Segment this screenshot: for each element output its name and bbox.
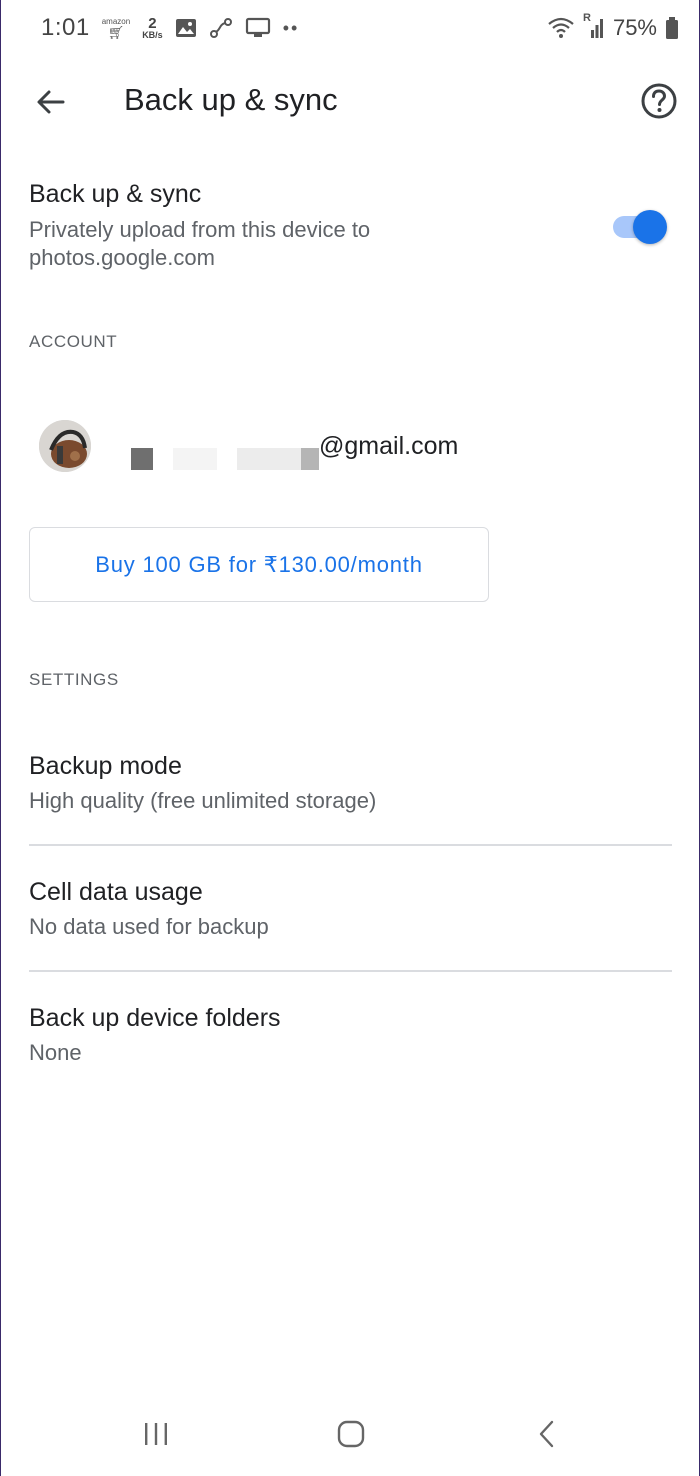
- setting-subtitle: High quality (free unlimited storage): [29, 788, 377, 813]
- setting-subtitle: No data used for backup: [29, 914, 269, 939]
- share-icon: [209, 18, 232, 38]
- network-speed-value: 2: [148, 15, 157, 32]
- app-bar: Back up & sync: [1, 62, 699, 142]
- cart-glyph: 🛒︎: [107, 24, 125, 40]
- email-redaction: [131, 448, 319, 470]
- divider: [29, 844, 672, 846]
- setting-title: Backup mode: [29, 752, 182, 780]
- page-title: Back up & sync: [124, 82, 338, 117]
- battery-percent: 75%: [612, 15, 657, 40]
- setting-backup-mode[interactable]: Backup mode High quality (free unlimited…: [1, 752, 699, 832]
- amazon-cart-icon: amazon 🛒︎: [102, 17, 130, 40]
- backup-sync-title: Back up & sync: [29, 180, 202, 208]
- network-speed: 2 KB/s: [142, 16, 163, 40]
- tv-icon: [245, 17, 270, 37]
- status-time: 1:01: [41, 14, 90, 41]
- signal-icon: R: [583, 12, 605, 40]
- setting-device-folders[interactable]: Back up device folders None: [1, 1004, 699, 1084]
- status-icons-left: amazon 🛒︎ 2 KB/s ••: [102, 16, 300, 40]
- status-icons-right: R 75%: [547, 12, 679, 41]
- setting-cell-data-usage[interactable]: Cell data usage No data used for backup: [1, 878, 699, 958]
- account-row[interactable]: @gmail.com: [1, 410, 699, 490]
- settings-section-header: SETTINGS: [29, 670, 119, 689]
- backup-sync-description: Privately upload from this device to pho…: [29, 217, 371, 270]
- backup-sync-row[interactable]: Back up & sync Privately upload from thi…: [1, 170, 699, 280]
- back-arrow-icon[interactable]: [31, 82, 71, 122]
- home-icon[interactable]: [331, 1414, 371, 1454]
- buy-storage-button[interactable]: Buy 100 GB for ₹130.00/month: [29, 527, 489, 602]
- account-email: @gmail.com: [319, 432, 459, 460]
- image-icon: [175, 19, 196, 37]
- setting-subtitle: None: [29, 1040, 82, 1065]
- status-bar: 1:01 amazon 🛒︎ 2 KB/s •• R 75%: [1, 0, 699, 56]
- setting-title: Cell data usage: [29, 878, 203, 906]
- avatar: [39, 420, 91, 472]
- account-section-header: ACCOUNT: [29, 332, 118, 351]
- setting-title: Back up device folders: [29, 1004, 281, 1032]
- navigation-bar: [1, 1400, 699, 1470]
- backup-sync-toggle[interactable]: [611, 210, 667, 244]
- recent-apps-icon[interactable]: [136, 1414, 176, 1454]
- network-speed-unit: KB/s: [142, 30, 163, 40]
- help-icon[interactable]: [639, 81, 679, 121]
- wifi-icon: [548, 17, 574, 38]
- more-dots-icon: ••: [282, 17, 300, 38]
- battery-icon: [666, 17, 678, 39]
- back-icon[interactable]: [527, 1414, 567, 1454]
- divider: [29, 970, 672, 972]
- toggle-thumb: [633, 210, 667, 244]
